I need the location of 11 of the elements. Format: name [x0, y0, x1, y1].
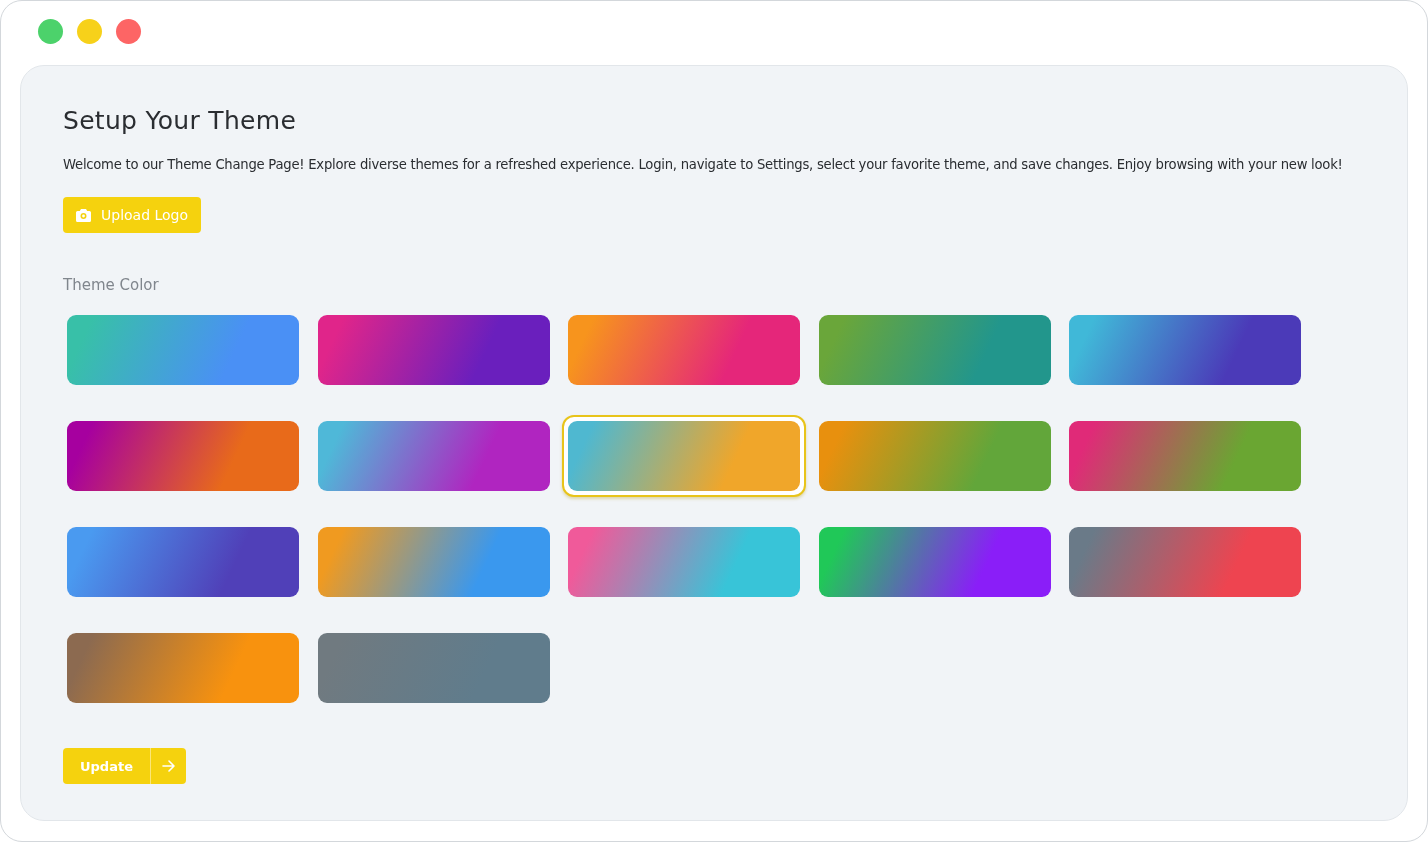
camera-icon	[76, 208, 91, 222]
page-description: Welcome to our Theme Change Page! Explore diverse themes for a refreshed experience. Login, navigate to Settings, select your favorite theme, and save changes. Enjoy browsing with your new look!	[63, 157, 1344, 172]
upload-logo-button[interactable]: Upload Logo	[63, 197, 202, 233]
page-title: Setup Your Theme	[63, 106, 298, 135]
window-maximize-dot[interactable]	[38, 18, 63, 44]
arrow-right-icon	[162, 760, 175, 772]
update-button[interactable]: Update	[63, 748, 186, 784]
window-close-dot[interactable]	[116, 18, 141, 44]
section-label: Theme Color	[63, 276, 160, 294]
window-minimize-dot[interactable]	[77, 18, 102, 44]
theme-swatch[interactable]	[562, 415, 806, 497]
